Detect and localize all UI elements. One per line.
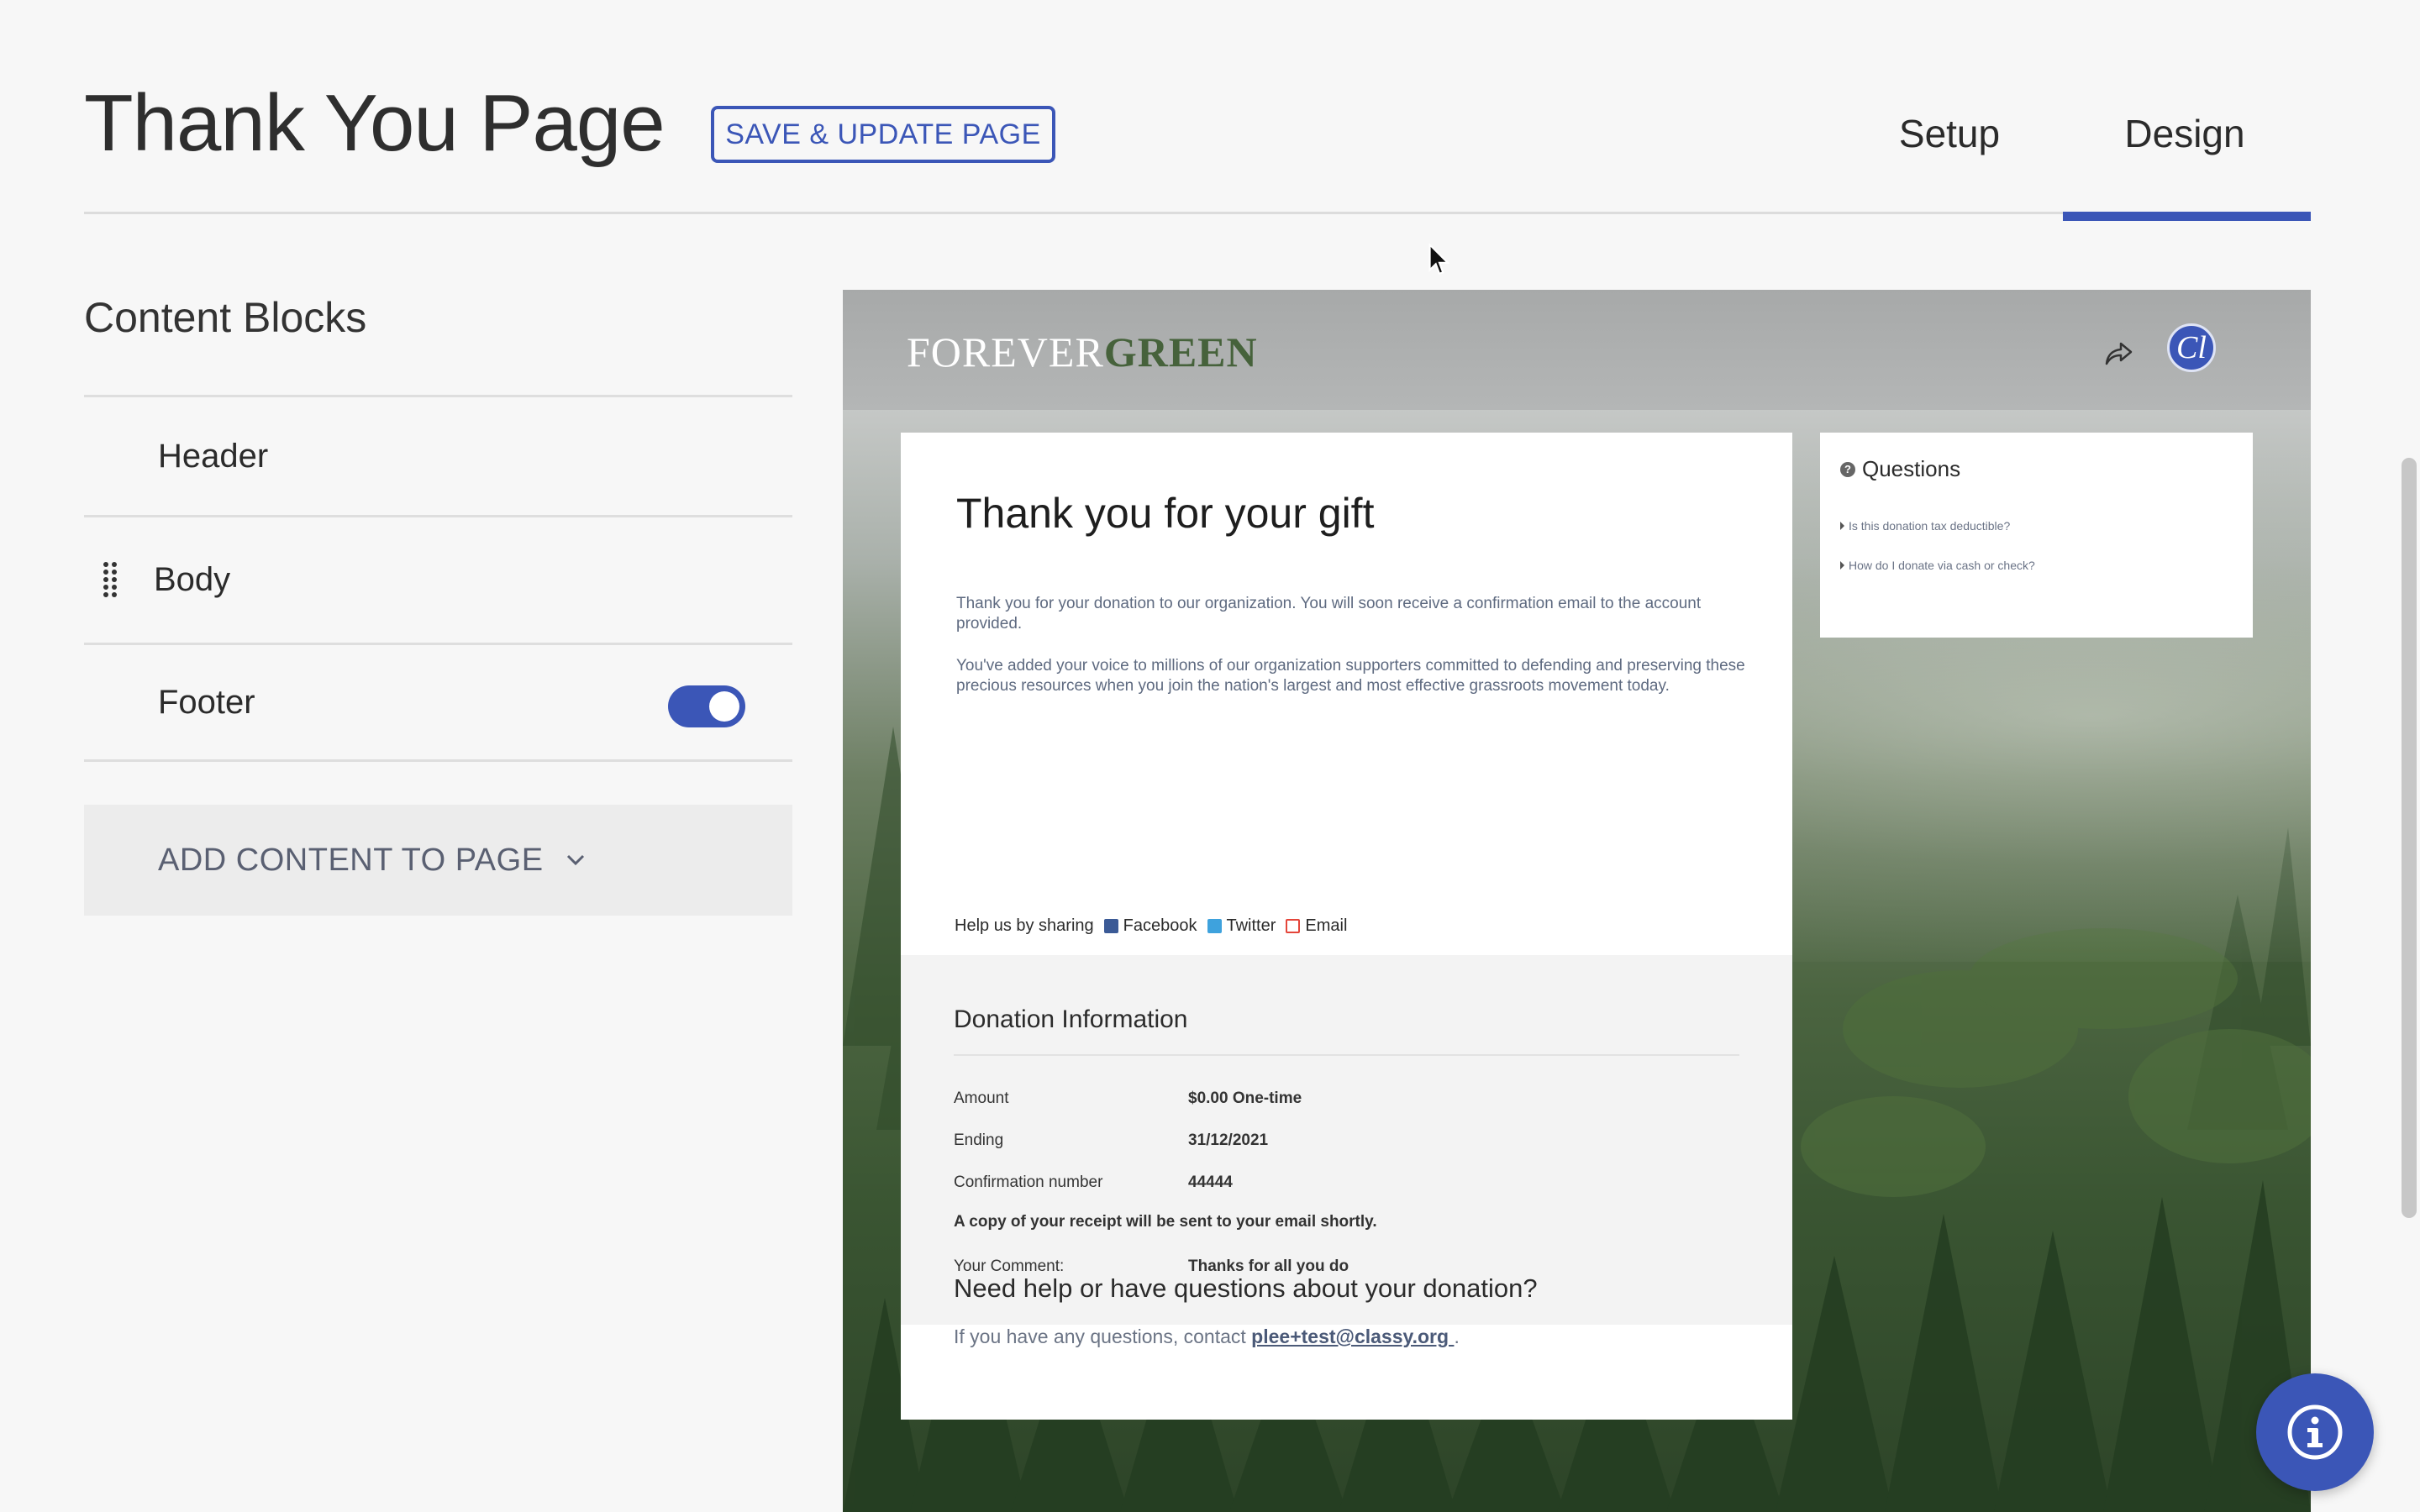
thank-you-heading: Thank you for your gift — [956, 490, 1375, 537]
help-heading: Need help or have questions about your d… — [954, 1273, 1538, 1303]
save-update-page-button[interactable]: SAVE & UPDATE PAGE — [711, 106, 1055, 163]
foreevergreen-logo: FOREVERGREEN — [907, 327, 1258, 377]
content-block-body[interactable]: Body — [84, 515, 792, 643]
info-icon — [2287, 1404, 2343, 1460]
classy-avatar[interactable]: Cl — [2167, 323, 2216, 372]
content-block-label: Footer — [158, 683, 255, 721]
facebook-icon — [1103, 919, 1118, 933]
content-block-footer[interactable]: Footer — [84, 643, 792, 762]
share-facebook-label: Facebook — [1123, 916, 1197, 935]
add-content-label: ADD CONTENT TO PAGE — [158, 842, 544, 878]
donation-row-value: 31/12/2021 — [1188, 1131, 1269, 1149]
page-scrollbar-thumb[interactable] — [2402, 458, 2417, 1218]
preview-topbar: FOREVERGREEN Cl — [843, 290, 2311, 410]
share-arrow-icon[interactable] — [2104, 340, 2134, 367]
logo-part-white: FOREVER — [907, 328, 1104, 375]
questions-title-text: Questions — [1862, 456, 1961, 481]
tab-design[interactable]: Design — [2063, 106, 2307, 161]
content-block-label: Body — [154, 561, 231, 598]
add-content-to-page-button[interactable]: ADD CONTENT TO PAGE — [84, 805, 792, 916]
share-email-label: Email — [1305, 916, 1348, 935]
content-blocks-list: Header Body Footer — [84, 395, 792, 762]
faq-link-cash-or-check[interactable]: How do I donate via cash or check? — [1840, 559, 2035, 572]
chevron-down-icon — [566, 854, 584, 866]
donation-information-section: Donation Information Amount $0.00 One-ti… — [901, 955, 1792, 1325]
help-text-before: If you have any questions, contact — [954, 1326, 1252, 1347]
logo-part-green: GREEN — [1103, 328, 1258, 375]
page-preview: FOREVERGREEN Cl Thank you for your gift … — [843, 290, 2311, 1512]
tab-setup[interactable]: Setup — [1882, 106, 2017, 161]
faq-link-label: How do I donate via cash or check? — [1849, 559, 2035, 572]
support-email-link[interactable]: plee+test@classy.org — [1251, 1326, 1454, 1347]
help-text-after: . — [1454, 1326, 1460, 1347]
donation-divider — [954, 1054, 1739, 1056]
donation-row-value: $0.00 One-time — [1188, 1089, 1302, 1107]
donation-info-title: Donation Information — [954, 1005, 1188, 1033]
faq-link-tax-deductible[interactable]: Is this donation tax deductible? — [1840, 519, 2010, 533]
donation-row-label: Ending — [954, 1131, 1004, 1149]
caret-right-icon — [1840, 522, 1844, 530]
active-tab-indicator — [2063, 212, 2311, 221]
help-text: If you have any questions, contact plee+… — [954, 1326, 1460, 1348]
email-icon — [1286, 919, 1301, 933]
question-mark-icon: ? — [1840, 461, 1855, 477]
caret-right-icon — [1840, 561, 1844, 570]
thank-you-paragraph-2: You've added your voice to millions of o… — [956, 657, 1745, 695]
content-block-label: Header — [158, 437, 269, 475]
faq-link-label: Is this donation tax deductible? — [1849, 519, 2011, 533]
share-twitter-link[interactable]: Twitter — [1207, 916, 1276, 936]
share-email-link[interactable]: Email — [1286, 916, 1347, 936]
questions-title: ? Questions — [1840, 456, 1960, 482]
info-help-button[interactable] — [2256, 1373, 2374, 1491]
page-title: Thank You Page — [84, 78, 666, 168]
drag-handle-icon[interactable] — [101, 559, 119, 601]
twitter-icon — [1207, 919, 1222, 933]
footer-visibility-toggle[interactable] — [668, 685, 745, 727]
donation-row-label: Confirmation number — [954, 1173, 1103, 1191]
share-facebook-link[interactable]: Facebook — [1103, 916, 1197, 936]
header-divider — [84, 212, 2311, 214]
share-row: Help us by sharing Facebook Twitter Emai… — [955, 916, 1347, 936]
receipt-note: A copy of your receipt will be sent to y… — [954, 1213, 1377, 1231]
content-block-header[interactable]: Header — [84, 395, 792, 515]
toggle-knob — [709, 691, 739, 722]
content-blocks-title: Content Blocks — [84, 294, 367, 341]
share-prompt: Help us by sharing — [955, 916, 1094, 935]
thank-you-paragraph-1: Thank you for your donation to our organ… — [956, 595, 1702, 633]
donation-row-value: 44444 — [1188, 1173, 1233, 1191]
mouse-cursor-icon — [1428, 244, 1450, 276]
questions-card: ? Questions Is this donation tax deducti… — [1820, 433, 2253, 638]
share-twitter-label: Twitter — [1226, 916, 1276, 935]
thank-you-card: Thank you for your gift Thank you for yo… — [901, 433, 1792, 1420]
donation-row-label: Amount — [954, 1089, 1009, 1107]
